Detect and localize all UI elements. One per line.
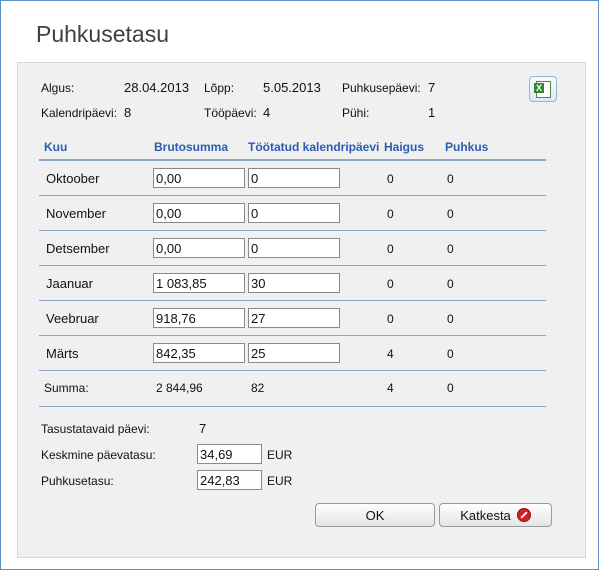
sum-sick-days-value: 4 bbox=[387, 381, 394, 395]
month-label: Oktoober bbox=[46, 171, 100, 186]
vacation-value: 0 bbox=[447, 242, 454, 256]
sum-gross-value: 2 844,96 bbox=[156, 381, 203, 395]
month-label: Veebruar bbox=[46, 311, 99, 326]
table-row: Jaanuar 1 083,85 30 0 0 bbox=[1, 266, 599, 301]
vacation-pay-unit: EUR bbox=[267, 474, 293, 488]
table-row: Märts 842,35 25 4 0 bbox=[1, 336, 599, 371]
gross-sum-input[interactable]: 1 083,85 bbox=[153, 273, 245, 293]
vacation-value: 0 bbox=[447, 207, 454, 221]
paid-days-value: 7 bbox=[199, 421, 207, 436]
sick-days-value: 0 bbox=[387, 277, 394, 291]
sick-days-value: 0 bbox=[387, 207, 394, 221]
sick-days-value: 0 bbox=[387, 312, 394, 326]
sum-label: Summa: bbox=[44, 381, 89, 395]
vacation-value: 0 bbox=[447, 172, 454, 186]
calendar-days-value: 8 bbox=[124, 105, 132, 120]
cancel-button[interactable]: Katkesta bbox=[439, 503, 552, 527]
worked-days-input[interactable]: 30 bbox=[248, 273, 340, 293]
worked-days-input[interactable]: 0 bbox=[248, 203, 340, 223]
end-value: 5.05.2013 bbox=[263, 80, 321, 95]
month-label: Märts bbox=[46, 346, 79, 361]
excel-export-button[interactable]: X bbox=[529, 76, 557, 102]
avg-daily-pay-label: Keskmine päevatasu: bbox=[41, 448, 156, 462]
month-label: Detsember bbox=[46, 241, 110, 256]
sum-divider bbox=[39, 406, 546, 407]
gross-sum-input[interactable]: 0,00 bbox=[153, 203, 245, 223]
vacation-pay-label: Puhkusetasu: bbox=[41, 474, 114, 488]
work-days-value: 4 bbox=[263, 105, 271, 120]
avg-daily-pay-unit: EUR bbox=[267, 448, 293, 462]
vacation-value: 0 bbox=[447, 312, 454, 326]
gross-sum-input[interactable]: 0,00 bbox=[153, 238, 245, 258]
paid-days-label: Tasustatavaid päevi: bbox=[41, 422, 150, 436]
table-row: Oktoober 0,00 0 0 0 bbox=[1, 161, 599, 196]
sum-worked-days-value: 82 bbox=[251, 381, 265, 395]
ok-button[interactable]: OK bbox=[315, 503, 435, 527]
ok-button-label: OK bbox=[365, 508, 385, 523]
row-divider bbox=[39, 370, 546, 371]
cancel-button-label: Katkesta bbox=[460, 508, 511, 523]
gross-sum-input[interactable]: 0,00 bbox=[153, 168, 245, 188]
month-label: Jaanuar bbox=[46, 276, 93, 291]
table-row: Veebruar 918,76 27 0 0 bbox=[1, 301, 599, 336]
month-label: November bbox=[46, 206, 106, 221]
work-days-label: Tööpäevi: bbox=[204, 106, 257, 120]
start-label: Algus: bbox=[41, 81, 75, 95]
vacation-value: 0 bbox=[447, 277, 454, 291]
vacation-pay-field[interactable]: 242,83 bbox=[197, 470, 262, 490]
start-value: 28.04.2013 bbox=[124, 80, 190, 95]
sum-vacation-value: 0 bbox=[447, 381, 454, 395]
worked-days-input[interactable]: 0 bbox=[248, 238, 340, 258]
calendar-days-label: Kalendripäevi: bbox=[41, 106, 118, 120]
dialog-title: Puhkusetasu bbox=[36, 21, 169, 47]
sick-days-value: 4 bbox=[387, 347, 394, 361]
vacation-days-value: 7 bbox=[428, 80, 436, 95]
avg-daily-pay-field[interactable]: 34,69 bbox=[197, 444, 262, 464]
col-header-haigus: Haigus bbox=[384, 140, 425, 154]
sick-days-value: 0 bbox=[387, 242, 394, 256]
col-header-brutosumma: Brutosumma bbox=[154, 140, 229, 154]
cancel-icon bbox=[516, 508, 531, 522]
holidays-label: Pühi: bbox=[342, 106, 370, 120]
table-row: November 0,00 0 0 0 bbox=[1, 196, 599, 231]
col-header-kuu: Kuu bbox=[44, 140, 68, 154]
col-header-tootatud: Töötatud kalendripäevi bbox=[248, 140, 380, 154]
gross-sum-input[interactable]: 918,76 bbox=[153, 308, 245, 328]
vacation-pay-dialog: Puhkusetasu Algus: 28.04.2013 Lõpp: 5.05… bbox=[0, 0, 599, 570]
gross-sum-input[interactable]: 842,35 bbox=[153, 343, 245, 363]
sick-days-value: 0 bbox=[387, 172, 394, 186]
end-label: Lõpp: bbox=[204, 81, 235, 95]
holidays-value: 1 bbox=[428, 105, 436, 120]
vacation-value: 0 bbox=[447, 347, 454, 361]
worked-days-input[interactable]: 25 bbox=[248, 343, 340, 363]
col-header-puhkus: Puhkus bbox=[445, 140, 489, 154]
table-row: Detsember 0,00 0 0 0 bbox=[1, 231, 599, 266]
vacation-days-label: Puhkusepäevi: bbox=[342, 81, 421, 95]
worked-days-input[interactable]: 27 bbox=[248, 308, 340, 328]
worked-days-input[interactable]: 0 bbox=[248, 168, 340, 188]
